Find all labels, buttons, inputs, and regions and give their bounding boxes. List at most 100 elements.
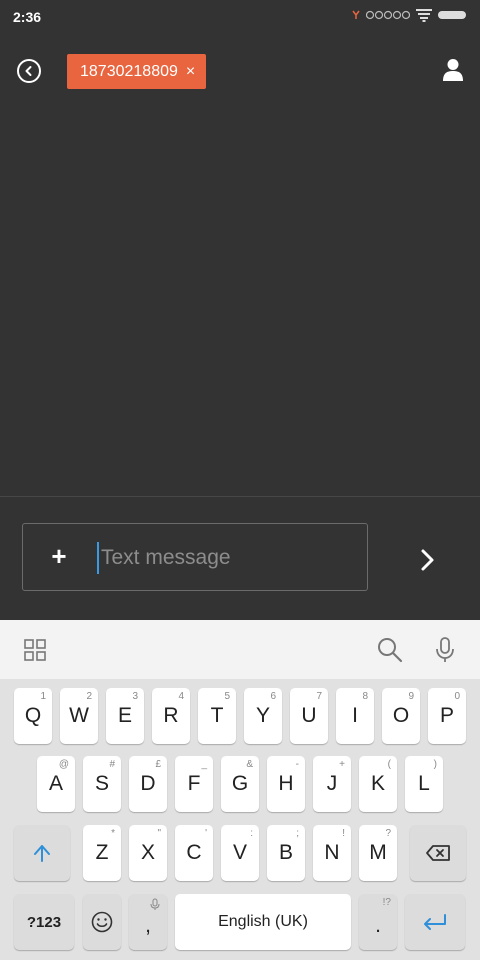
key-hint: ! xyxy=(342,828,345,839)
key-hint: 7 xyxy=(316,691,322,702)
space-key-label: English (UK) xyxy=(218,913,308,930)
contact-icon[interactable] xyxy=(442,58,464,82)
backspace-icon xyxy=(426,845,450,861)
key-label: L xyxy=(418,772,430,795)
key-hint: ? xyxy=(385,828,391,839)
grid-icon[interactable] xyxy=(24,639,46,661)
key-k[interactable]: (K xyxy=(359,756,397,812)
key-v[interactable]: :V xyxy=(221,825,259,881)
enter-icon xyxy=(424,914,446,930)
key-g[interactable]: & G xyxy=(221,756,259,812)
attach-button[interactable]: + xyxy=(47,543,71,569)
key-j[interactable]: + J xyxy=(313,756,351,812)
key-a[interactable]: @ A xyxy=(37,756,75,812)
key-f[interactable]: _ F xyxy=(175,756,213,812)
key-b[interactable]: ; B xyxy=(267,825,305,881)
key-label: Z xyxy=(95,841,109,864)
key-label: O xyxy=(392,704,410,727)
key-hint: - xyxy=(295,759,299,770)
key-label: H xyxy=(278,772,294,795)
key-p[interactable]: 0P xyxy=(428,688,466,744)
recipient-number: 18730218809 xyxy=(80,62,178,80)
key-q[interactable]: 1Q xyxy=(14,688,52,744)
remove-recipient-icon[interactable]: × xyxy=(186,63,195,80)
key-label: C xyxy=(186,841,202,864)
key-hint: _ xyxy=(201,759,207,770)
emoji-key[interactable] xyxy=(83,894,121,950)
backspace-key[interactable] xyxy=(410,825,466,881)
keyboard-toolbar xyxy=(0,620,480,679)
message-input[interactable] xyxy=(97,542,358,574)
key-label: F xyxy=(187,772,201,795)
key-y[interactable]: 6Y xyxy=(244,688,282,744)
status-icons xyxy=(352,8,468,22)
message-list xyxy=(0,108,480,496)
key-label: K xyxy=(370,772,385,795)
back-button[interactable] xyxy=(17,59,41,83)
key-hint: £ xyxy=(155,759,161,770)
send-icon[interactable] xyxy=(418,548,438,572)
key-c[interactable]: ' C xyxy=(175,825,213,881)
key-n[interactable]: ! N xyxy=(313,825,351,881)
key-hint: @ xyxy=(58,759,69,770)
chevron-left-icon xyxy=(25,66,32,76)
key-hint: 9 xyxy=(408,691,414,702)
shift-key[interactable] xyxy=(14,825,70,881)
key-label: U xyxy=(301,704,317,727)
key-d[interactable]: £ D xyxy=(129,756,167,812)
key-z[interactable]: * Z xyxy=(83,825,121,881)
key-hint: 8 xyxy=(362,691,368,702)
key-label: R xyxy=(163,704,179,727)
comma-key-label: , xyxy=(145,914,151,937)
key-x[interactable]: " X xyxy=(129,825,167,881)
key-hint: 6 xyxy=(270,691,276,702)
key-hint: * xyxy=(111,828,115,839)
key-hint: : xyxy=(250,828,253,839)
key-label: S xyxy=(94,772,109,795)
key-hint: + xyxy=(339,759,345,770)
header: 18730218809 × xyxy=(0,34,480,108)
wifi-icon xyxy=(416,9,432,22)
symbols-key-label: ?123 xyxy=(26,913,62,931)
key-label: N xyxy=(324,841,340,864)
key-t[interactable]: 5T xyxy=(198,688,236,744)
key-label: J xyxy=(326,772,338,795)
search-icon[interactable] xyxy=(377,637,403,663)
battery-icon xyxy=(438,11,466,19)
period-key[interactable]: !? . xyxy=(359,894,397,950)
key-m[interactable]: ? M xyxy=(359,825,397,881)
key-i[interactable]: 8I xyxy=(336,688,374,744)
key-w[interactable]: 2W xyxy=(60,688,98,744)
key-label: M xyxy=(369,841,387,864)
key-hint: 4 xyxy=(178,691,184,702)
key-hint: 1 xyxy=(40,691,46,702)
key-label: Q xyxy=(24,704,42,727)
key-hint: ( xyxy=(387,759,391,770)
key-r[interactable]: 4R xyxy=(152,688,190,744)
key-u[interactable]: 7U xyxy=(290,688,328,744)
key-label: D xyxy=(140,772,156,795)
key-h[interactable]: -H xyxy=(267,756,305,812)
divider xyxy=(0,496,480,497)
symbols-key[interactable]: ?123 xyxy=(14,894,74,950)
emoji-icon xyxy=(91,911,113,933)
key-hint: ) xyxy=(433,759,437,770)
key-label: P xyxy=(439,704,454,727)
key-l[interactable]: ) L xyxy=(405,756,443,812)
keyboard: ?123 , English (UK) !? . 1 Q 2 W 3 E 4 R… xyxy=(0,679,480,960)
key-hint: 2 xyxy=(86,691,92,702)
shift-arrow-icon xyxy=(34,845,50,862)
key-hint: # xyxy=(109,759,115,770)
key-hint: & xyxy=(246,759,253,770)
key-label: B xyxy=(278,841,293,864)
comma-key[interactable]: , xyxy=(129,894,167,950)
key-hint: ; xyxy=(296,828,299,839)
key-o[interactable]: 9O xyxy=(382,688,420,744)
recipient-chip[interactable]: 18730218809 × xyxy=(67,54,206,89)
key-s[interactable]: # S xyxy=(83,756,121,812)
space-key[interactable]: English (UK) xyxy=(175,894,351,950)
key-label: W xyxy=(69,704,89,727)
key-e[interactable]: 3E xyxy=(106,688,144,744)
microphone-icon[interactable] xyxy=(434,636,456,664)
enter-key[interactable] xyxy=(405,894,465,950)
